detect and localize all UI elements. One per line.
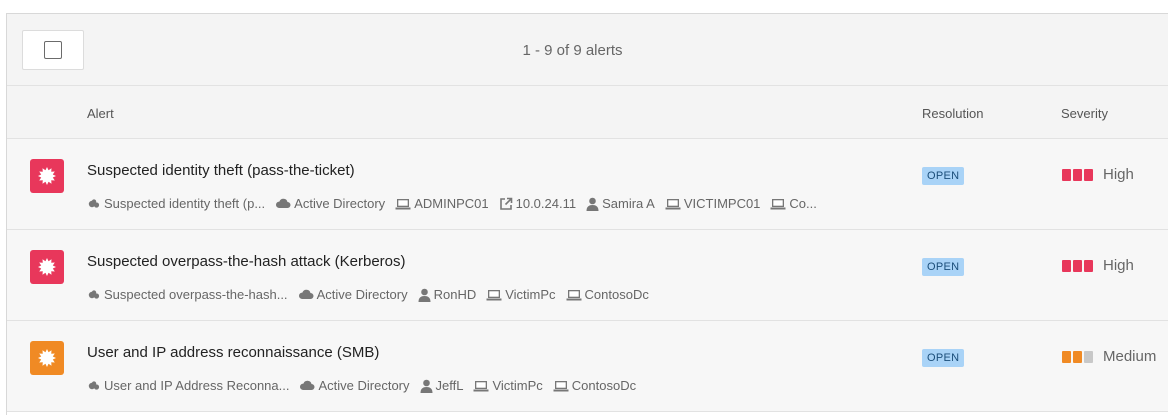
entity-label: Suspected overpass-the-hash... bbox=[104, 287, 288, 302]
alerts-panel: 1 - 9 of 9 alerts Alert Resolution Sever… bbox=[6, 13, 1168, 415]
burst-icon bbox=[38, 349, 56, 367]
severity-bar bbox=[1073, 168, 1082, 181]
entity-item[interactable]: Suspected identity theft (p... bbox=[87, 196, 265, 211]
entity-item[interactable]: Active Directory bbox=[298, 287, 408, 302]
severity-bar bbox=[1062, 350, 1071, 363]
external-ip-icon bbox=[499, 197, 516, 211]
alert-severity-icon bbox=[30, 250, 64, 284]
entity-label: JeffL bbox=[435, 378, 464, 393]
resolution-badge: OPEN bbox=[922, 349, 965, 367]
severity-label: Medium bbox=[1103, 348, 1157, 365]
entity-item[interactable]: Samira A bbox=[586, 196, 655, 211]
severity-bar bbox=[1084, 168, 1093, 181]
entity-item[interactable]: JeffL bbox=[420, 378, 464, 393]
cloud-icon bbox=[275, 198, 294, 209]
user-icon bbox=[420, 379, 436, 393]
computer-icon bbox=[770, 198, 789, 210]
entity-label: Active Directory bbox=[316, 287, 408, 302]
alert-type-icon bbox=[87, 289, 104, 301]
burst-icon bbox=[38, 167, 56, 185]
entity-item[interactable]: RonHD bbox=[418, 287, 477, 302]
alert-row[interactable]: Suspected identity theft (pass-the-ticke… bbox=[7, 139, 1168, 230]
severity-bar bbox=[1073, 259, 1082, 272]
entity-item[interactable]: VICTIMPC01 bbox=[665, 196, 761, 211]
entity-label: Suspected identity theft (p... bbox=[104, 196, 266, 211]
entity-label: VICTIMPC01 bbox=[683, 196, 761, 211]
cloud-icon bbox=[298, 289, 317, 300]
severity-indicator: High bbox=[1062, 257, 1134, 274]
entity-label: VictimPc bbox=[492, 378, 543, 393]
severity-bars bbox=[1062, 259, 1095, 272]
entity-label: User and IP Address Reconna... bbox=[104, 378, 290, 393]
computer-icon bbox=[665, 198, 684, 210]
alert-title[interactable]: User and IP address reconnaissance (SMB) bbox=[87, 344, 379, 361]
computer-icon bbox=[566, 289, 585, 301]
severity-bars bbox=[1062, 168, 1095, 181]
alert-entities: User and IP Address Reconna... Active Dir… bbox=[87, 378, 646, 393]
user-icon bbox=[586, 197, 602, 211]
alert-severity-icon bbox=[30, 159, 64, 193]
alerts-toolbar: 1 - 9 of 9 alerts bbox=[7, 14, 1168, 86]
entity-label: Samira A bbox=[602, 196, 655, 211]
computer-icon bbox=[553, 380, 572, 392]
alert-type-icon bbox=[87, 380, 104, 392]
entity-item[interactable]: ContosoDc bbox=[566, 287, 649, 302]
entity-label: ContosoDc bbox=[571, 378, 637, 393]
computer-icon bbox=[486, 289, 505, 301]
entity-label: 10.0.24.11 bbox=[515, 196, 577, 211]
severity-bar bbox=[1062, 259, 1071, 272]
severity-label: High bbox=[1103, 257, 1134, 274]
entity-item[interactable]: VictimPc bbox=[473, 378, 543, 393]
entity-label: Active Directory bbox=[318, 378, 410, 393]
alert-title[interactable]: Suspected identity theft (pass-the-ticke… bbox=[87, 162, 355, 179]
entity-item[interactable]: ADMINPC01 bbox=[395, 196, 489, 211]
entity-label: ADMINPC01 bbox=[414, 196, 489, 211]
severity-label: High bbox=[1103, 166, 1134, 183]
entity-item[interactable]: ContosoDc bbox=[553, 378, 636, 393]
alert-row[interactable]: Suspected overpass-the-hash attack (Kerb… bbox=[7, 230, 1168, 321]
severity-bar bbox=[1084, 259, 1093, 272]
alert-count: 1 - 9 of 9 alerts bbox=[522, 42, 623, 59]
entity-item[interactable]: Active Directory bbox=[299, 378, 410, 393]
entity-label: RonHD bbox=[433, 287, 477, 302]
resolution-badge: OPEN bbox=[922, 167, 965, 185]
column-header-severity[interactable]: Severity bbox=[1061, 106, 1108, 121]
alert-entities: Suspected identity theft (p... Active Dir… bbox=[87, 196, 827, 211]
entity-label: Co... bbox=[789, 196, 817, 211]
severity-bars bbox=[1062, 350, 1095, 363]
entity-item[interactable]: 10.0.24.11 bbox=[499, 196, 576, 211]
resolution-badge: OPEN bbox=[922, 258, 965, 276]
severity-bar bbox=[1073, 350, 1082, 363]
computer-icon bbox=[473, 380, 492, 392]
entity-item[interactable]: User and IP Address Reconna... bbox=[87, 378, 289, 393]
severity-indicator: High bbox=[1062, 166, 1134, 183]
entity-label: ContosoDc bbox=[584, 287, 649, 302]
user-icon bbox=[418, 288, 434, 302]
entity-label: Active Directory bbox=[294, 196, 386, 211]
cloud-icon bbox=[299, 380, 318, 391]
severity-bar bbox=[1084, 350, 1093, 363]
column-header-alert[interactable]: Alert bbox=[87, 106, 114, 121]
entity-item[interactable]: Co... bbox=[770, 196, 817, 211]
burst-icon bbox=[38, 258, 56, 276]
entity-item[interactable]: Active Directory bbox=[275, 196, 385, 211]
entity-item[interactable]: Suspected overpass-the-hash... bbox=[87, 287, 288, 302]
column-header-row: Alert Resolution Severity bbox=[7, 86, 1168, 139]
alert-severity-icon bbox=[30, 341, 64, 375]
entity-item[interactable]: VictimPc bbox=[486, 287, 556, 302]
severity-bar bbox=[1062, 168, 1071, 181]
alert-list: Suspected identity theft (pass-the-ticke… bbox=[7, 139, 1168, 412]
alert-entities: Suspected overpass-the-hash... Active Dir… bbox=[87, 287, 659, 302]
alert-type-icon bbox=[87, 198, 104, 210]
alert-row[interactable]: User and IP address reconnaissance (SMB)… bbox=[7, 321, 1168, 412]
severity-indicator: Medium bbox=[1062, 348, 1156, 365]
entity-label: VictimPc bbox=[505, 287, 556, 302]
column-header-resolution[interactable]: Resolution bbox=[922, 106, 983, 121]
computer-icon bbox=[395, 198, 414, 210]
alert-title[interactable]: Suspected overpass-the-hash attack (Kerb… bbox=[87, 253, 406, 270]
